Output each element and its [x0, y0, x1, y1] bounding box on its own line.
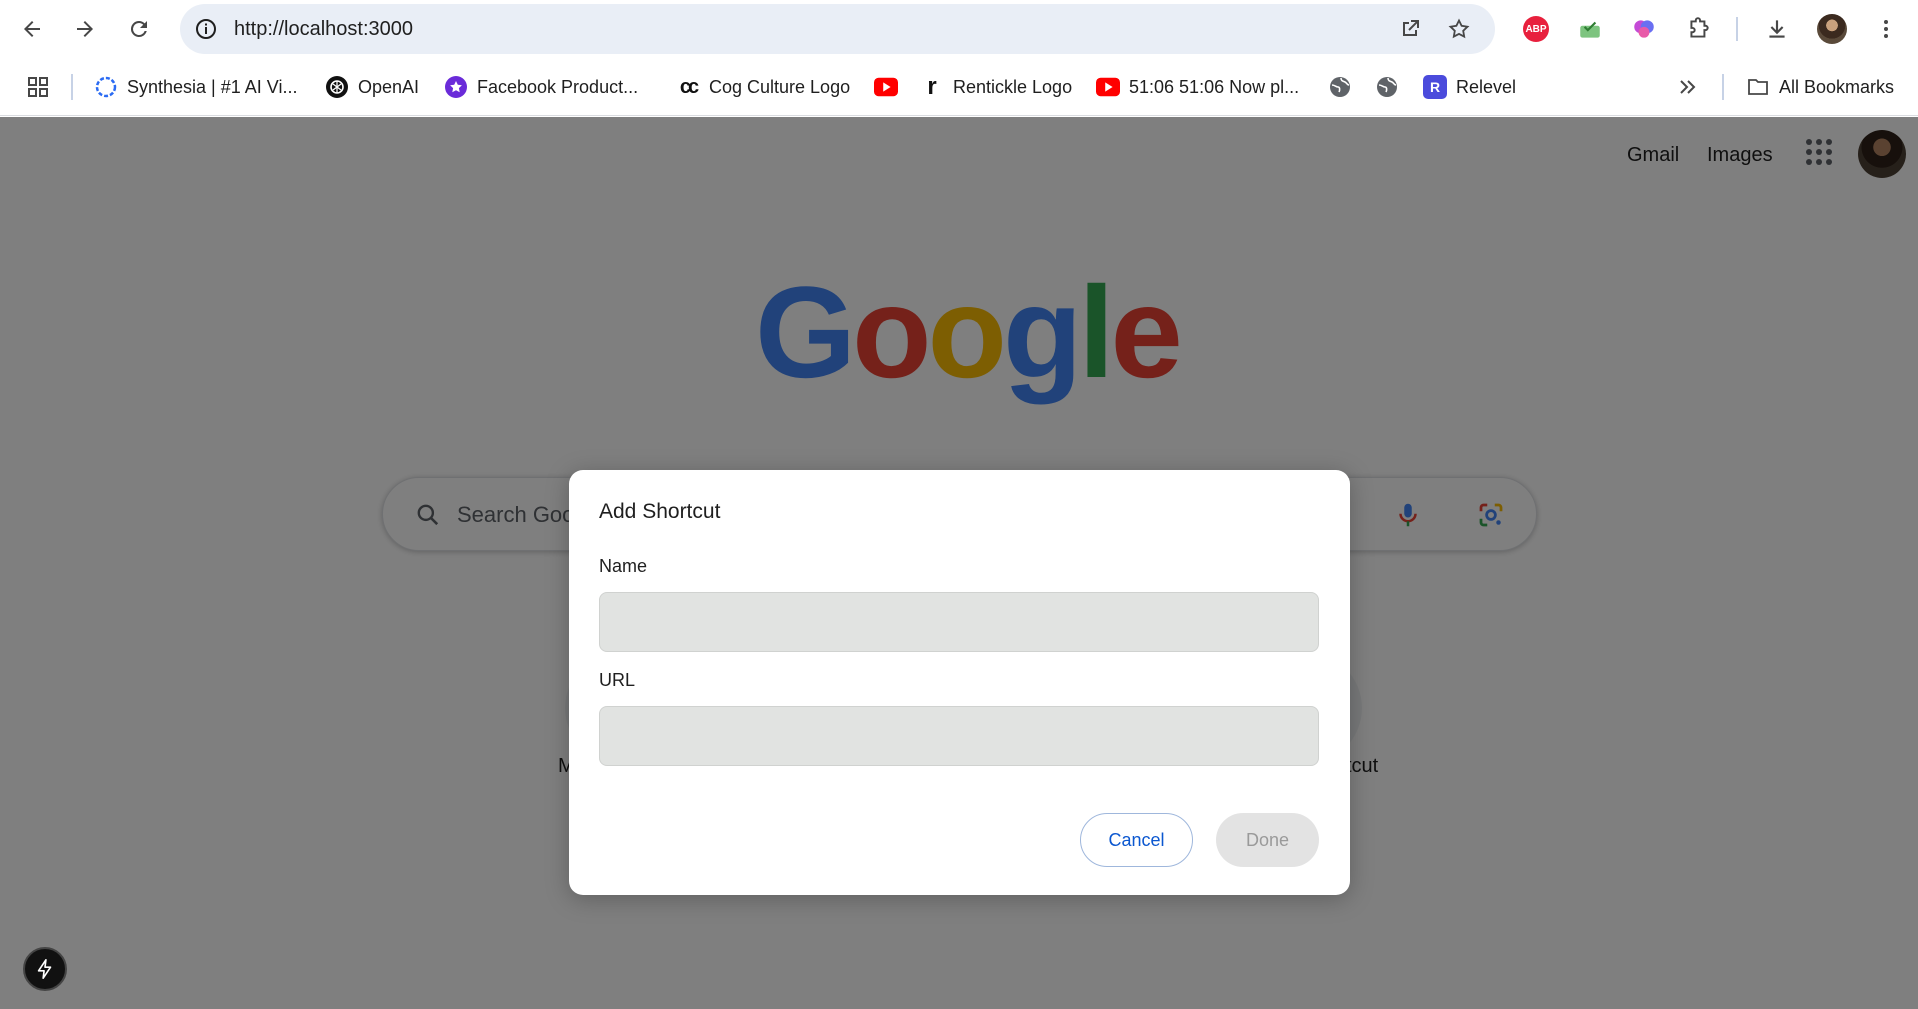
- bookmark-relevel[interactable]: R Relevel: [1423, 72, 1516, 102]
- inbox-extension-button[interactable]: [1576, 15, 1604, 43]
- bookmark-youtube-video[interactable]: 51:06 51:06 Now pl...: [1096, 72, 1299, 102]
- extensions-menu-button[interactable]: [1685, 15, 1713, 43]
- bookmark-label: Rentickle Logo: [953, 76, 1073, 97]
- bookmark-synthesia[interactable]: Synthesia | #1 AI Vi...: [94, 72, 297, 102]
- cog-culture-icon: cc: [679, 75, 699, 98]
- profile-avatar[interactable]: [1817, 14, 1847, 44]
- address-bar[interactable]: http://localhost:3000: [180, 4, 1495, 54]
- name-label: Name: [599, 556, 648, 576]
- done-button[interactable]: Done: [1216, 813, 1319, 867]
- browser-menu-button[interactable]: [1872, 15, 1900, 43]
- brain-extension-button[interactable]: [1630, 15, 1658, 43]
- cancel-button[interactable]: Cancel: [1080, 813, 1193, 867]
- downloads-button[interactable]: [1763, 15, 1791, 43]
- bookmark-label: Synthesia | #1 AI Vi...: [127, 76, 298, 97]
- lightning-bolt-icon: [37, 959, 52, 979]
- apps-grid-icon[interactable]: [26, 75, 50, 99]
- dialog-title: Add Shortcut: [599, 500, 721, 523]
- bookmark-label: Facebook Product...: [477, 76, 639, 97]
- adblock-icon: ABP: [1523, 16, 1549, 42]
- bookmark-star-icon[interactable]: [1447, 17, 1471, 41]
- all-bookmarks-button[interactable]: All Bookmarks: [1746, 72, 1894, 102]
- bookmarks-divider: [71, 74, 73, 100]
- new-tab-page: Gmail Images Google Search Google or typ…: [0, 117, 1918, 1009]
- browser-toolbar: http://localhost:3000 ABP: [0, 0, 1918, 58]
- bookmarks-divider: [1722, 74, 1724, 100]
- back-arrow-icon: [24, 21, 40, 37]
- bookmark-label: 51:06 51:06 Now pl...: [1129, 76, 1300, 97]
- star-badge-icon: [444, 75, 468, 99]
- back-button[interactable]: [12, 9, 52, 49]
- chevron-double-right-icon[interactable]: [1676, 75, 1700, 99]
- bookmark-openai[interactable]: OpenAI: [325, 72, 419, 102]
- bookmark-label: Cog Culture Logo: [709, 76, 851, 97]
- puzzle-piece-icon: [1690, 17, 1709, 38]
- toolbar-divider: [1736, 17, 1738, 41]
- inbox-check-icon: [1580, 21, 1600, 38]
- bookmark-facebook-product[interactable]: Facebook Product...: [444, 72, 638, 102]
- reload-button[interactable]: [119, 9, 159, 49]
- download-icon: [1769, 20, 1785, 38]
- bookmark-label: Relevel: [1456, 76, 1517, 97]
- openai-icon: [325, 75, 349, 99]
- open-in-new-icon[interactable]: [1398, 17, 1422, 41]
- youtube-icon: [1096, 75, 1120, 99]
- add-shortcut-dialog: Add Shortcut Name URL Cancel Done: [569, 470, 1350, 895]
- url-field[interactable]: [599, 706, 1319, 766]
- name-field[interactable]: [599, 592, 1319, 652]
- synthesia-icon: [94, 75, 118, 99]
- bookmarks-bar: Synthesia | #1 AI Vi... OpenAI Facebook …: [0, 58, 1918, 116]
- youtube-icon: [874, 75, 898, 99]
- lightning-button[interactable]: [23, 947, 67, 991]
- bookmark-youtube[interactable]: [874, 72, 907, 102]
- url-label: URL: [599, 670, 636, 690]
- folder-icon: [1746, 75, 1770, 99]
- bookmark-cog-culture[interactable]: cc Cog Culture Logo: [676, 72, 850, 102]
- brain-icon: [1634, 20, 1654, 38]
- address-url[interactable]: http://localhost:3000: [234, 18, 413, 41]
- site-info-icon[interactable]: [194, 17, 218, 41]
- bookmark-label: OpenAI: [358, 76, 420, 97]
- globe-icon[interactable]: [1375, 75, 1399, 99]
- globe-icon[interactable]: [1328, 75, 1352, 99]
- bookmark-rentickle[interactable]: r Rentickle Logo: [920, 72, 1072, 102]
- rentickle-icon: r: [927, 73, 937, 100]
- forward-button[interactable]: [65, 9, 105, 49]
- adblock-extension-button[interactable]: ABP: [1522, 15, 1550, 43]
- more-vertical-icon: [1884, 20, 1888, 38]
- reload-icon: [130, 20, 147, 37]
- relevel-icon: R: [1423, 75, 1447, 99]
- bookmark-label: All Bookmarks: [1779, 76, 1895, 97]
- forward-arrow-icon: [77, 21, 93, 37]
